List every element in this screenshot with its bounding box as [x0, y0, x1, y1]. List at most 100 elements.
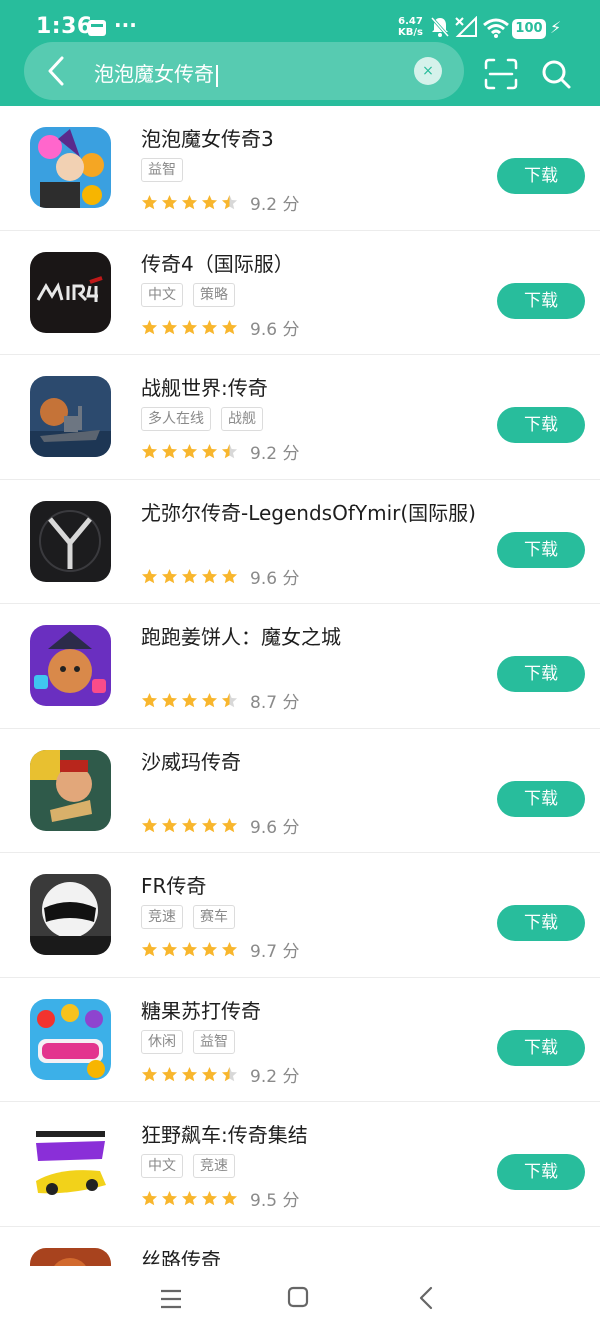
- network-speed-unit: KB/s: [398, 27, 423, 38]
- search-bar[interactable]: [24, 42, 464, 100]
- network-speed-value: 6.47: [398, 16, 423, 27]
- star-rating: [141, 1190, 238, 1207]
- list-item[interactable]: 糖果苏打传奇 休闲 益智 9.2 分 下载: [0, 978, 600, 1102]
- app-icon-mir4[interactable]: [30, 251, 111, 333]
- tag-list: 益智: [141, 158, 183, 182]
- app-name[interactable]: 战舰世界:传奇: [141, 372, 268, 401]
- star-icon: [161, 941, 178, 957]
- list-item[interactable]: 跑跑姜饼人：魔女之城 8.7 分 下载: [0, 604, 600, 729]
- star-icon: [141, 692, 158, 708]
- text-caret: [216, 64, 218, 87]
- top-header: 1:36 ··· 6.47 KB/s 100 ⚡ 泡泡魔女传奇 ×: [0, 0, 600, 106]
- star-icon: [141, 319, 158, 334]
- tag: 战舰: [221, 407, 263, 431]
- system-nav-bar: [0, 1266, 600, 1333]
- star-icon: [181, 1190, 198, 1206]
- rating: 9.2 分: [141, 439, 299, 464]
- star-icon: [181, 817, 198, 832]
- app-name[interactable]: 尤弥尔传奇-LegendsOfYmir(国际服): [141, 497, 476, 526]
- star-icon: [161, 1066, 178, 1081]
- star-rating: [141, 692, 238, 709]
- rating: 9.2 分: [141, 1062, 299, 1087]
- list-item[interactable]: 泡泡魔女传奇3 益智 9.2 分 下载: [0, 106, 600, 231]
- download-button[interactable]: 下载: [497, 780, 585, 817]
- star-icon: [161, 692, 178, 708]
- app-icon-asphalt-legends-unite[interactable]: [30, 1123, 111, 1204]
- app-name[interactable]: 糖果苏打传奇: [141, 995, 261, 1024]
- menu-icon[interactable]: [160, 1288, 182, 1310]
- score: 9.2 分: [250, 444, 300, 464]
- app-name[interactable]: 沙威玛传奇: [141, 746, 241, 775]
- download-button[interactable]: 下载: [497, 656, 585, 692]
- download-button[interactable]: 下载: [497, 158, 585, 194]
- app-icon-candy-crush-soda[interactable]: [30, 998, 111, 1080]
- star-rating: [141, 941, 238, 958]
- star-icon: [201, 692, 218, 708]
- app-icon-cookie-run-witch-castle[interactable]: [30, 625, 111, 706]
- app-name[interactable]: 泡泡魔女传奇3: [141, 123, 274, 152]
- rating: 9.6 分: [141, 564, 299, 589]
- download-button[interactable]: 下载: [497, 905, 585, 941]
- list-item[interactable]: 尤弥尔传奇-LegendsOfYmir(国际服) 9.6 分 下载: [0, 480, 600, 604]
- download-button[interactable]: 下载: [497, 1029, 585, 1066]
- list-item[interactable]: 沙威玛传奇 9.6 分 下载: [0, 729, 600, 853]
- star-icon: [201, 568, 218, 583]
- tag: 益智: [193, 1029, 235, 1054]
- star-icon: [181, 319, 198, 334]
- app-name[interactable]: 跑跑姜饼人：魔女之城: [141, 621, 341, 650]
- star-icon: [161, 817, 178, 832]
- tag: 竞速: [193, 1154, 235, 1178]
- app-name[interactable]: 狂野飙车:传奇集结: [141, 1119, 308, 1148]
- chevron-left-icon[interactable]: [42, 54, 70, 88]
- app-icon-bubble-witch[interactable]: [30, 127, 111, 208]
- score: 8.7 分: [250, 693, 300, 713]
- app-icon-shawarma-legend[interactable]: [30, 749, 111, 831]
- back-icon[interactable]: [416, 1286, 436, 1310]
- star-icon: [201, 443, 218, 459]
- star-icon: [181, 692, 198, 708]
- app-icon-world-of-warships[interactable]: [30, 376, 111, 457]
- score: 9.6 分: [250, 319, 300, 340]
- list-item[interactable]: 战舰世界:传奇 多人在线 战舰 9.2 分 下载: [0, 355, 600, 480]
- score: 9.2 分: [250, 195, 300, 215]
- star-rating: [141, 568, 238, 585]
- download-button[interactable]: 下载: [497, 1154, 585, 1190]
- app-icon-fr-legends[interactable]: [30, 874, 111, 955]
- rating: 9.2 分: [141, 190, 299, 215]
- app-name[interactable]: 传奇4（国际服）: [141, 248, 294, 277]
- list-item[interactable]: 传奇4（国际服） 中文 策略 9.6 分 下载: [0, 231, 600, 355]
- star-icon: [141, 941, 158, 957]
- star-icon: [221, 692, 238, 708]
- star-icon: [181, 1066, 198, 1081]
- star-icon: [141, 1190, 158, 1206]
- tag-list: 多人在线 战舰: [141, 407, 263, 431]
- star-icon: [141, 817, 158, 832]
- star-icon: [221, 319, 238, 334]
- home-icon[interactable]: [287, 1286, 309, 1308]
- list-item[interactable]: FR传奇 竞速 赛车 9.7 分 下载: [0, 853, 600, 978]
- download-button[interactable]: 下载: [497, 407, 585, 443]
- search-icon[interactable]: [540, 58, 572, 90]
- rating: 9.6 分: [141, 315, 299, 340]
- app-name[interactable]: FR传奇: [141, 870, 206, 899]
- download-button[interactable]: 下载: [497, 282, 585, 319]
- scan-icon[interactable]: [484, 58, 518, 90]
- star-icon: [181, 443, 198, 459]
- clear-search-button[interactable]: ×: [414, 57, 442, 85]
- star-icon: [141, 194, 158, 210]
- download-button[interactable]: 下载: [497, 531, 585, 568]
- app-icon-legends-of-ymir[interactable]: [30, 500, 111, 582]
- star-icon: [161, 319, 178, 334]
- tag: 休闲: [141, 1029, 183, 1054]
- star-icon: [221, 568, 238, 583]
- star-icon: [221, 443, 238, 459]
- star-icon: [161, 194, 178, 210]
- score: 9.2 分: [250, 1066, 300, 1087]
- star-icon: [201, 1066, 218, 1081]
- search-input[interactable]: 泡泡魔女传奇: [94, 58, 218, 87]
- star-rating: [141, 319, 238, 336]
- list-item[interactable]: 狂野飙车:传奇集结 中文 竞速 9.5 分 下载: [0, 1102, 600, 1227]
- star-icon: [161, 568, 178, 583]
- network-speed: 6.47 KB/s: [398, 16, 423, 38]
- star-rating: [141, 443, 238, 460]
